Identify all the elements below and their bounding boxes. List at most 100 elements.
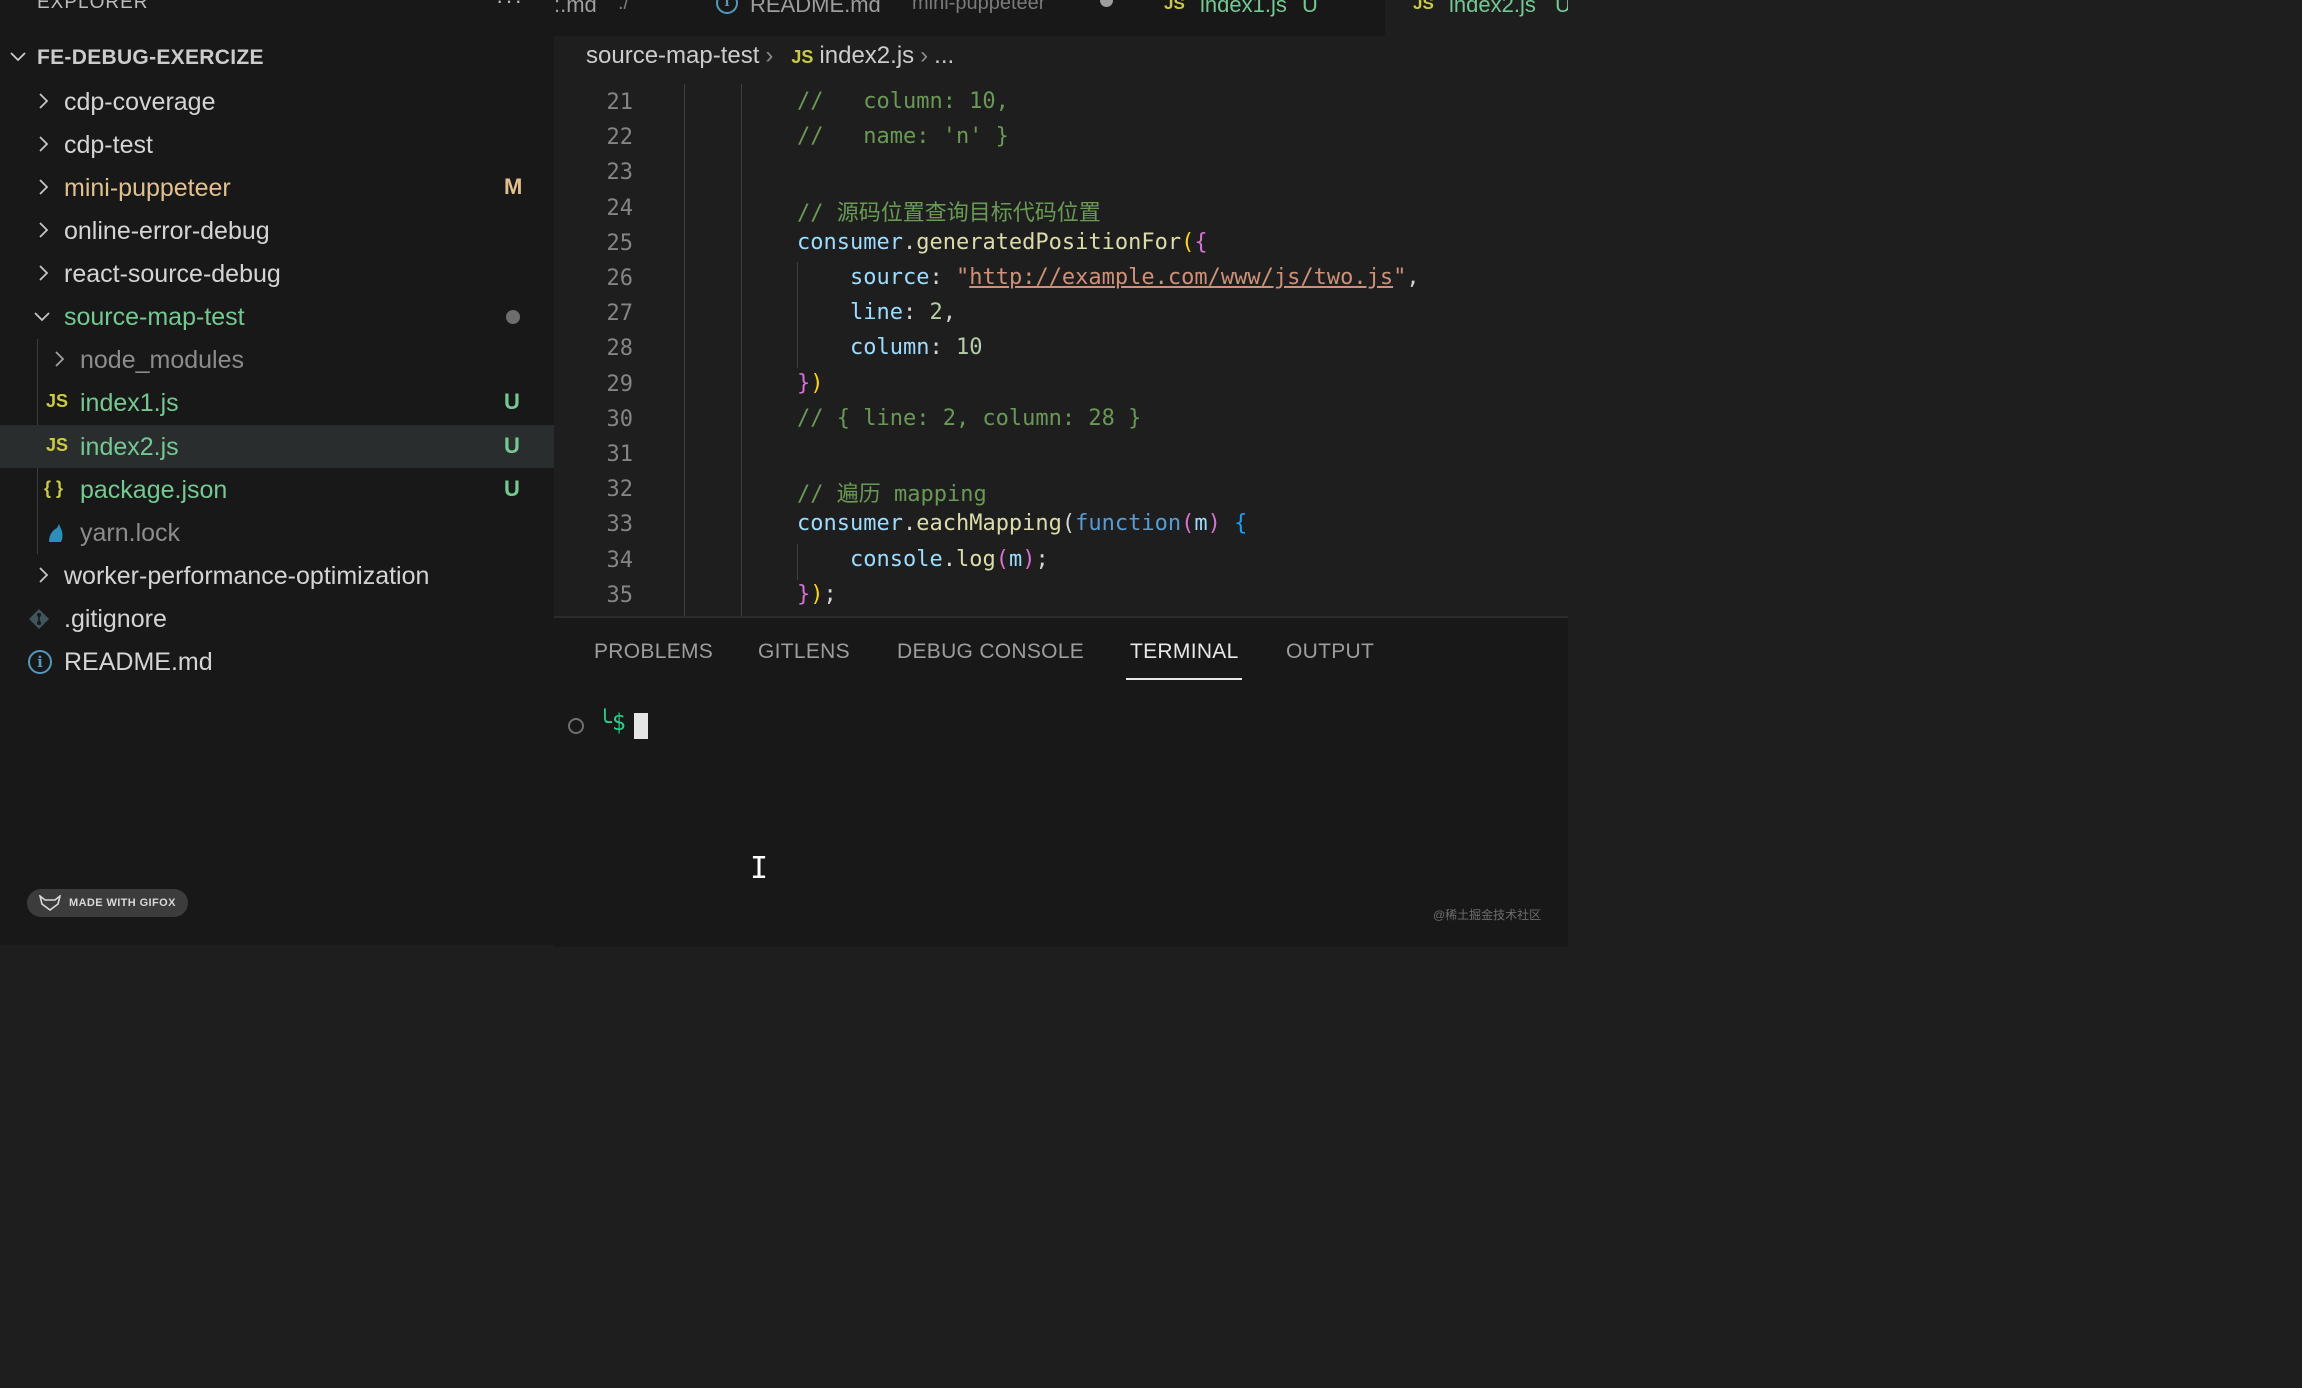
tree-item-label: index1.js (80, 389, 179, 417)
line-number: 31 (606, 442, 634, 467)
line-number: 29 (606, 371, 634, 397)
project-root[interactable]: FE-DEBUG-EXERCIZE (0, 40, 554, 76)
tree-item-label: index2.js (80, 433, 179, 461)
code-line: console.log(m); (849, 546, 1049, 572)
breadcrumb-file[interactable]: index2.js (819, 42, 914, 69)
line-number: 33 (606, 512, 634, 538)
line-number: 23 (606, 160, 634, 186)
code-line: // name: 'n' } (797, 124, 1009, 150)
yarn-cat-icon (49, 524, 63, 542)
tab-label: index2.js (1449, 0, 1536, 17)
breadcrumb-symbol[interactable]: ... (934, 42, 954, 69)
chevron-right-icon (39, 222, 49, 238)
line-number: 27 (606, 301, 634, 327)
tab-problems[interactable]: PROBLEMS (594, 640, 713, 664)
active-tab-indicator (1126, 678, 1242, 680)
indent-guide (741, 84, 742, 616)
command-decoration-icon[interactable] (568, 718, 584, 734)
terminal-cursor (634, 713, 648, 739)
tree-item-react-source-debug[interactable]: react-source-debug (0, 252, 554, 295)
bottom-panel: PROBLEMS GITLENS DEBUG CONSOLE TERMINAL … (554, 616, 1568, 947)
git-status-badge: U (504, 389, 520, 414)
tree-item-worker-performance-optimization[interactable]: worker-performance-optimization (0, 554, 554, 597)
line-number: 35 (606, 582, 634, 608)
fox-logo-icon (39, 895, 61, 911)
breadcrumb-folder[interactable]: source-map-test (586, 42, 759, 69)
code-line: // 遍历 mapping (797, 482, 987, 508)
tab-index2-js[interactable]: JS index2.js U (1385, 0, 1568, 36)
tab-description: ./ (618, 0, 630, 14)
tree-item-label: react-source-debug (64, 260, 281, 288)
tab-gitlens[interactable]: GITLENS (758, 640, 850, 664)
tree-item-cdp-test[interactable]: cdp-test (0, 123, 554, 166)
tree-item-label: source-map-test (64, 303, 245, 331)
tree-item-index2-js[interactable]: JS index2.js U (0, 425, 554, 468)
line-number: 30 (606, 406, 634, 432)
tab-readme-md[interactable]: i README.md mini-puppeteer (704, 0, 1124, 36)
chevron-right-icon (39, 179, 49, 195)
explorer-title: EXPLORER (37, 0, 149, 13)
chevron-right-icon: › (765, 42, 774, 69)
gifox-badge: MADE WITH GIFOX (27, 889, 188, 917)
editor-tab-bar: :.md ./ i README.md mini-puppeteer JS in… (554, 0, 1568, 36)
unsaved-dot-icon (1100, 0, 1113, 7)
js-file-icon: JS (1413, 0, 1434, 13)
tree-item-label: cdp-coverage (64, 88, 216, 116)
tree-item-readme-md[interactable]: i README.md (0, 640, 554, 683)
project-name: FE-DEBUG-EXERCIZE (37, 46, 264, 69)
tree-item-label: online-error-debug (64, 217, 270, 245)
tree-item-gitignore[interactable]: .gitignore (0, 597, 554, 640)
line-number: 22 (606, 125, 634, 151)
chevron-right-icon (39, 567, 49, 583)
line-number: 25 (606, 230, 634, 256)
tree-item-online-error-debug[interactable]: online-error-debug (0, 209, 554, 252)
tab-md[interactable]: :.md ./ (554, 0, 684, 36)
js-file-icon: JS (46, 435, 69, 455)
tree-item-yarn-lock[interactable]: yarn.lock (0, 511, 554, 554)
code-line: // column: 10, (797, 89, 1009, 114)
tab-terminal[interactable]: TERMINAL (1130, 640, 1239, 664)
code-line: // { line: 2, column: 28 } (797, 405, 1142, 431)
code-line: consumer.eachMapping(function(m) { (797, 511, 1248, 537)
git-status-badge: U (504, 476, 520, 501)
chevron-right-icon (39, 93, 49, 109)
info-icon: i (716, 0, 738, 14)
chevron-right-icon (39, 136, 49, 152)
chevron-right-icon (39, 265, 49, 281)
tab-index1-js[interactable]: JS index1.js U (1144, 0, 1384, 36)
terminal-prompt: ╰$ (598, 710, 626, 736)
tree-item-node-modules[interactable]: node_modules (0, 338, 554, 381)
line-number: 32 (606, 477, 634, 503)
tab-label: :.md (554, 0, 597, 17)
code-line: // 源码位置查询目标代码位置 (797, 200, 1101, 226)
tab-debug-console[interactable]: DEBUG CONSOLE (897, 640, 1084, 664)
more-actions-icon[interactable]: ··· (496, 0, 524, 14)
code-line: }) (797, 370, 824, 396)
tab-label: index1.js (1200, 0, 1287, 17)
tree-item-source-map-test[interactable]: source-map-test (0, 295, 554, 338)
chevron-down-icon (34, 312, 50, 322)
git-status-badge: U (504, 433, 520, 458)
tree-item-package-json[interactable]: { } package.json U (0, 468, 554, 511)
code-line: consumer.generatedPositionFor({ (797, 229, 1208, 255)
code-editor[interactable]: 21 22 23 24 25 26 27 28 29 30 31 32 33 34 35 // column:… (554, 84, 1568, 616)
js-file-icon: JS (46, 391, 69, 411)
line-number: 28 (606, 336, 634, 362)
tab-label: README.md (750, 0, 881, 17)
line-number: 21 (606, 90, 634, 115)
info-icon: i (28, 650, 52, 674)
watermark: @稀土掘金技术社区 (1433, 908, 1542, 922)
code-line: line: 2, (849, 300, 956, 326)
tree-item-mini-puppeteer[interactable]: mini-puppeteer M (0, 166, 554, 209)
tree-item-label: package.json (80, 476, 228, 504)
js-file-icon: JS (1164, 0, 1185, 13)
tab-output[interactable]: OUTPUT (1286, 640, 1374, 664)
code-line: }); (797, 581, 837, 607)
tree-item-label: README.md (64, 648, 213, 676)
gifox-label: MADE WITH GIFOX (69, 897, 176, 909)
indent-guide (684, 84, 685, 616)
tree-item-cdp-coverage[interactable]: cdp-coverage (0, 80, 554, 123)
tab-badge: U (1302, 0, 1318, 17)
text-cursor-icon: 𝙸 (750, 851, 769, 886)
tree-item-index1-js[interactable]: JS index1.js U (0, 381, 554, 424)
